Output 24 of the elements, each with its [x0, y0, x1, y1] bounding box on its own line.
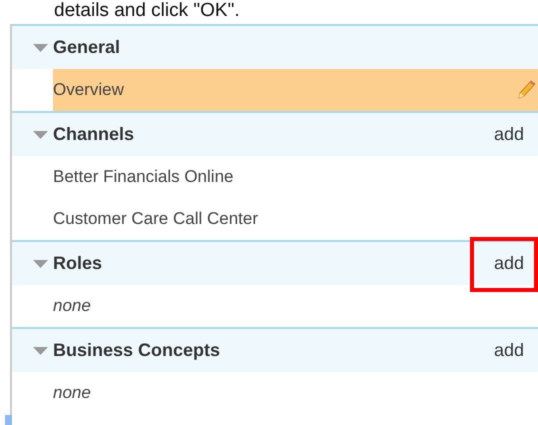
empty-placeholder-text: none	[53, 382, 92, 404]
list-item[interactable]: Overview	[53, 69, 538, 111]
section-title: General	[53, 36, 120, 59]
collapse-triangle-icon[interactable]	[32, 258, 49, 268]
section-header[interactable]: Channels add	[12, 111, 538, 156]
section-title: Roles	[53, 252, 102, 275]
empty-placeholder-text: none	[53, 295, 92, 318]
add-link[interactable]: add	[494, 119, 524, 150]
section-header[interactable]: General	[12, 24, 538, 69]
instruction-text: details and click "OK".	[53, 3, 240, 19]
list-item[interactable]: Better Financials Online	[53, 156, 538, 198]
collapse-triangle-icon[interactable]	[32, 346, 49, 356]
item-label: Better Financials Online	[53, 166, 234, 188]
add-link[interactable]: add	[494, 335, 524, 366]
item-label: Overview	[53, 79, 124, 102]
section-title: Business Concepts	[53, 339, 220, 362]
list-item[interactable]: Customer Care Call Center	[53, 198, 538, 240]
item-label: Customer Care Call Center	[53, 208, 258, 230]
section-title: Channels	[53, 123, 134, 146]
collapse-triangle-icon[interactable]	[32, 42, 49, 52]
section-header[interactable]: Business Concepts add	[12, 327, 538, 372]
collapse-triangle-icon[interactable]	[32, 130, 49, 140]
add-link[interactable]: add	[494, 248, 524, 279]
pencil-icon[interactable]	[516, 79, 536, 101]
